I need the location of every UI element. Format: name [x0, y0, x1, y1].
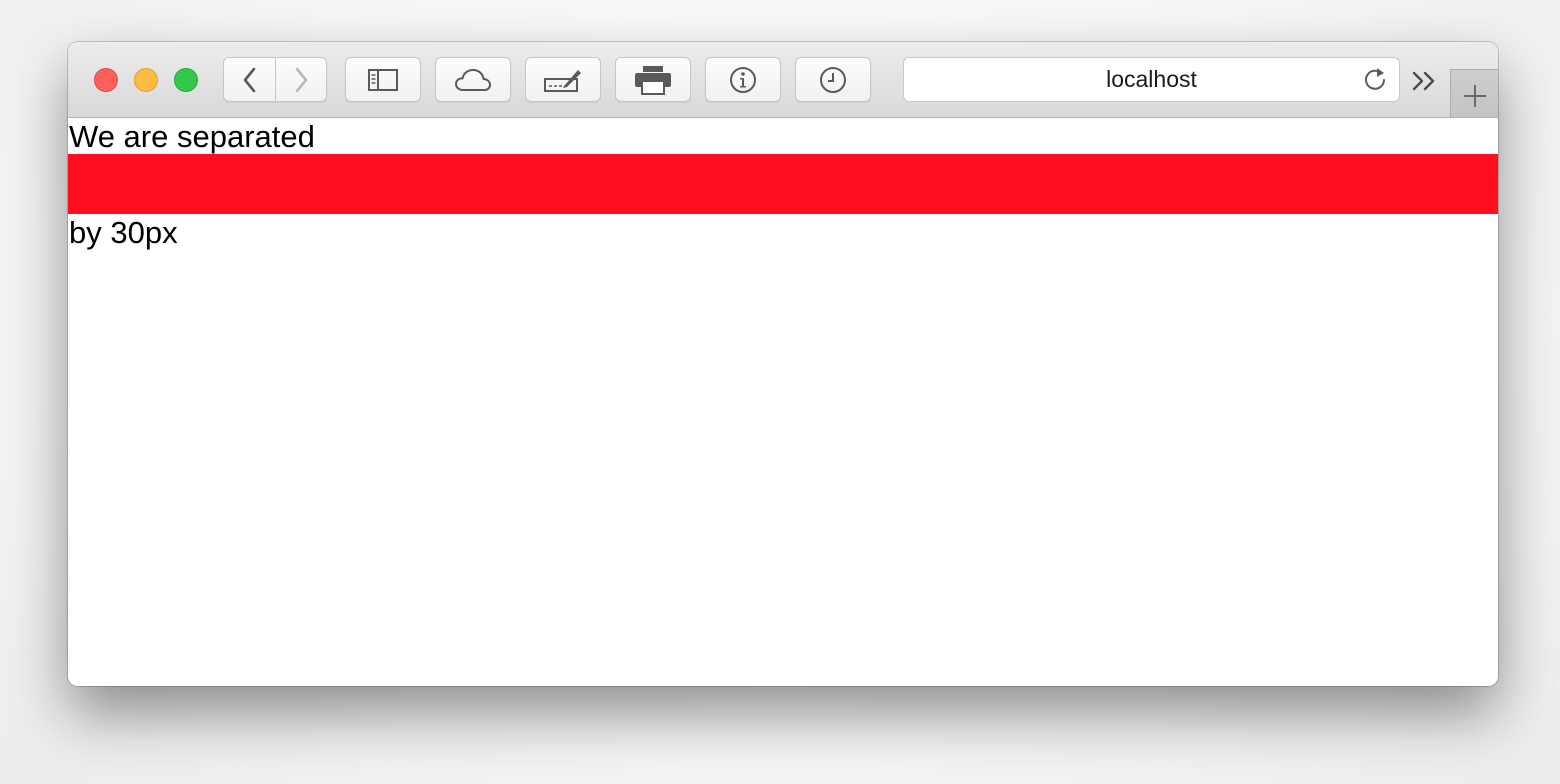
cloud-icon [455, 68, 491, 91]
history-button[interactable] [795, 57, 871, 102]
forward-button[interactable] [275, 57, 327, 102]
info-icon [730, 66, 756, 93]
sidebar-icon [368, 68, 398, 91]
back-button[interactable] [223, 57, 276, 102]
address-bar[interactable]: localhost [903, 57, 1400, 102]
red-separator-block [68, 154, 1498, 214]
close-window-button[interactable] [94, 68, 118, 92]
chevron-left-icon [243, 67, 255, 92]
page-content: We are separated by 30px [68, 118, 1498, 686]
chevron-right-icon [295, 67, 308, 92]
text-line-top: We are separated [69, 119, 315, 154]
double-chevron-icon[interactable] [1410, 66, 1440, 96]
icloud-tabs-button[interactable] [435, 57, 511, 102]
text-line-bottom: by 30px [69, 215, 178, 250]
markup-button[interactable] [525, 57, 601, 102]
plus-icon [1464, 85, 1486, 107]
pen-signature-icon [544, 69, 581, 92]
desktop: localhost We are separated by 30px [0, 0, 1560, 784]
minimize-window-button[interactable] [134, 68, 158, 92]
printer-icon [635, 65, 671, 95]
toolbar: localhost [68, 42, 1498, 118]
print-button[interactable] [615, 57, 691, 102]
maximize-window-button[interactable] [174, 68, 198, 92]
address-text[interactable]: localhost [904, 58, 1399, 101]
reload-icon[interactable] [1361, 66, 1389, 94]
info-button[interactable] [705, 57, 781, 102]
clock-icon [820, 66, 846, 93]
browser-window: localhost We are separated by 30px [68, 42, 1498, 686]
sidebar-button[interactable] [345, 57, 421, 102]
new-tab-button[interactable] [1450, 69, 1498, 117]
